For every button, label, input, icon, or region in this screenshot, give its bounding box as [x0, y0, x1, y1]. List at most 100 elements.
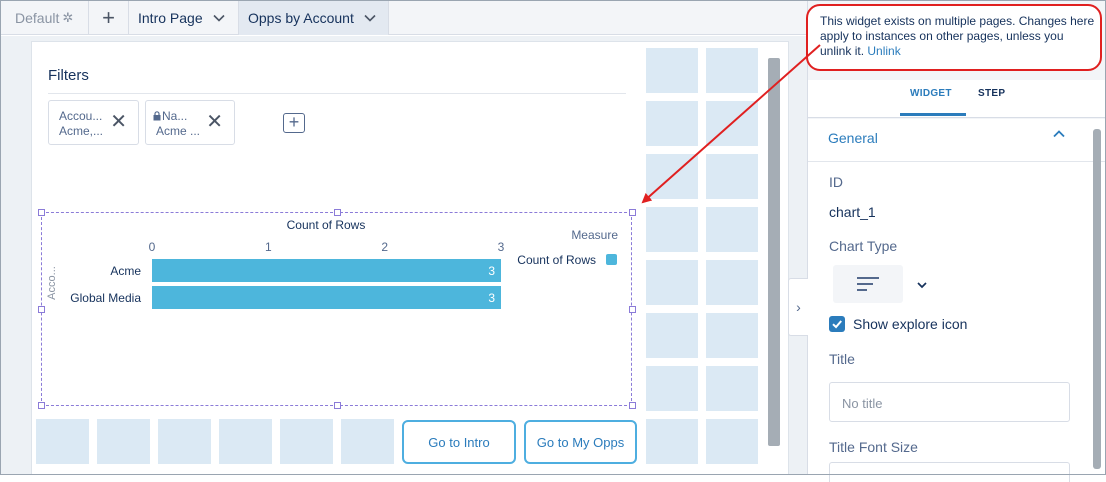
id-value: chart_1 — [829, 204, 876, 220]
title-placeholder: No title — [842, 396, 883, 411]
filter-pill-field: Accou... — [59, 109, 103, 123]
x-tick-label: 0 — [149, 240, 156, 254]
show-explore-checkbox[interactable] — [829, 316, 845, 332]
chevron-up-icon[interactable] — [1051, 126, 1067, 142]
title-field[interactable]: No title — [829, 382, 1070, 422]
bar — [152, 286, 501, 309]
grid-cell — [646, 154, 698, 199]
callout-text: This widget exists on multiple pages. Ch… — [820, 14, 1098, 59]
y-tick-label: Acme — [110, 264, 141, 278]
grid-cell — [706, 366, 758, 411]
x-tick-label: 2 — [381, 240, 388, 254]
resize-handle[interactable] — [38, 402, 45, 409]
checkmark-icon — [832, 320, 842, 329]
grid-cell — [646, 313, 698, 358]
tab-intro-page-label: Intro Page — [138, 10, 203, 26]
go-to-my-opps-button[interactable]: Go to My Opps — [524, 420, 637, 464]
title-font-size-label: Title Font Size — [829, 439, 918, 455]
chart-widget[interactable]: Count of Rows Measure Count of Rows Acco… — [38, 209, 636, 409]
resize-handle[interactable] — [38, 306, 45, 313]
chart-axis-title: Count of Rows — [287, 218, 366, 232]
grid-cell — [706, 48, 758, 93]
add-filter-button[interactable]: + — [283, 113, 305, 133]
collapse-panel-button[interactable]: › — [788, 278, 808, 336]
plus-icon: + — [102, 5, 115, 30]
filter-pill-value: Acme,... — [59, 124, 104, 138]
filter-pill-value: Acme ... — [156, 124, 201, 138]
title-label: Title — [829, 351, 855, 367]
filter-pill-name[interactable]: Na... Acme ... ✕ — [145, 100, 235, 145]
filter-widget[interactable]: Filters Accou... Acme,... ✕ Na... Acme .… — [36, 47, 637, 202]
active-tab-indicator — [900, 113, 966, 116]
tab-default[interactable]: Default ✲ — [1, 1, 89, 35]
grid-cell — [646, 101, 698, 146]
grid-cell — [706, 154, 758, 199]
y-axis-title: Acco... — [46, 266, 58, 300]
close-icon[interactable]: ✕ — [110, 112, 127, 132]
grid-cell — [646, 260, 698, 305]
resize-handle[interactable] — [334, 209, 341, 216]
grid-cell — [280, 419, 333, 464]
resize-handle[interactable] — [629, 209, 636, 216]
legend-title: Measure — [571, 228, 618, 242]
title-font-size-field[interactable] — [829, 462, 1070, 482]
x-tick-label: 3 — [498, 240, 505, 254]
tab-opps-by-account[interactable]: Opps by Account — [239, 1, 389, 35]
tab-default-label: Default — [15, 10, 60, 26]
tab-intro-page[interactable]: Intro Page — [129, 1, 239, 35]
chart-type-label: Chart Type — [829, 238, 898, 254]
divider — [48, 93, 626, 94]
chevron-right-icon: › — [796, 299, 801, 315]
general-section: General ID chart_1 Chart Type Show explo… — [808, 119, 1106, 482]
resize-handle[interactable] — [334, 402, 341, 409]
chart-type-button[interactable] — [833, 265, 903, 303]
filter-pill-field: Na... — [162, 109, 188, 123]
add-page-button[interactable]: + — [89, 1, 129, 35]
tab-widget[interactable]: WIDGET — [910, 88, 952, 99]
bar — [152, 259, 501, 282]
tab-step[interactable]: STEP — [978, 88, 1005, 99]
resize-handle[interactable] — [38, 209, 45, 216]
chevron-down-icon[interactable] — [363, 11, 377, 25]
legend-swatch — [606, 254, 617, 265]
unlink-link[interactable]: Unlink — [867, 44, 900, 58]
close-icon[interactable]: ✕ — [206, 112, 223, 132]
panel-tabs: WIDGET STEP — [808, 80, 1106, 118]
properties-panel: WIDGET STEP General ID chart_1 Chart Typ… — [807, 1, 1106, 482]
bar-value-label: 3 — [488, 264, 495, 278]
grid-cell — [646, 419, 698, 464]
callout-message: This widget exists on multiple pages. Ch… — [820, 14, 1095, 58]
grid-cell — [97, 419, 150, 464]
grid-cell — [706, 101, 758, 146]
resize-handle[interactable] — [629, 306, 636, 313]
divider — [808, 161, 1106, 162]
filters-title: Filters — [48, 67, 89, 84]
lock-icon — [153, 111, 161, 121]
gear-icon: ✲ — [62, 10, 74, 25]
grid-cell — [706, 419, 758, 464]
panel-scrollbar[interactable] — [1093, 129, 1101, 469]
x-tick-label: 1 — [265, 240, 272, 254]
grid-cell — [158, 419, 211, 464]
grid-cell — [706, 260, 758, 305]
id-label: ID — [829, 174, 843, 190]
filter-pill-account[interactable]: Accou... Acme,... ✕ — [48, 100, 139, 145]
grid-cell — [646, 48, 698, 93]
grid-cell — [646, 366, 698, 411]
canvas-scrollbar[interactable] — [768, 58, 780, 446]
chevron-down-icon[interactable] — [212, 11, 226, 25]
page-tab-bar: Default ✲ + Intro Page Opps by Account — [1, 1, 807, 35]
go-to-intro-button[interactable]: Go to Intro — [402, 420, 516, 464]
grid-cell — [36, 419, 89, 464]
linked-widget-callout: This widget exists on multiple pages. Ch… — [806, 4, 1102, 71]
bar-value-label: 3 — [488, 291, 495, 305]
section-title[interactable]: General — [828, 130, 878, 146]
grid-cell — [706, 207, 758, 252]
horizontal-bar-chart-icon — [857, 277, 879, 291]
resize-handle[interactable] — [629, 402, 636, 409]
chevron-down-icon[interactable] — [916, 279, 928, 291]
bar-chart: Count of Rows Measure Count of Rows Acco… — [46, 218, 618, 309]
legend-entry: Count of Rows — [517, 253, 596, 267]
y-tick-label: Global Media — [70, 291, 141, 305]
show-explore-label: Show explore icon — [853, 316, 968, 332]
